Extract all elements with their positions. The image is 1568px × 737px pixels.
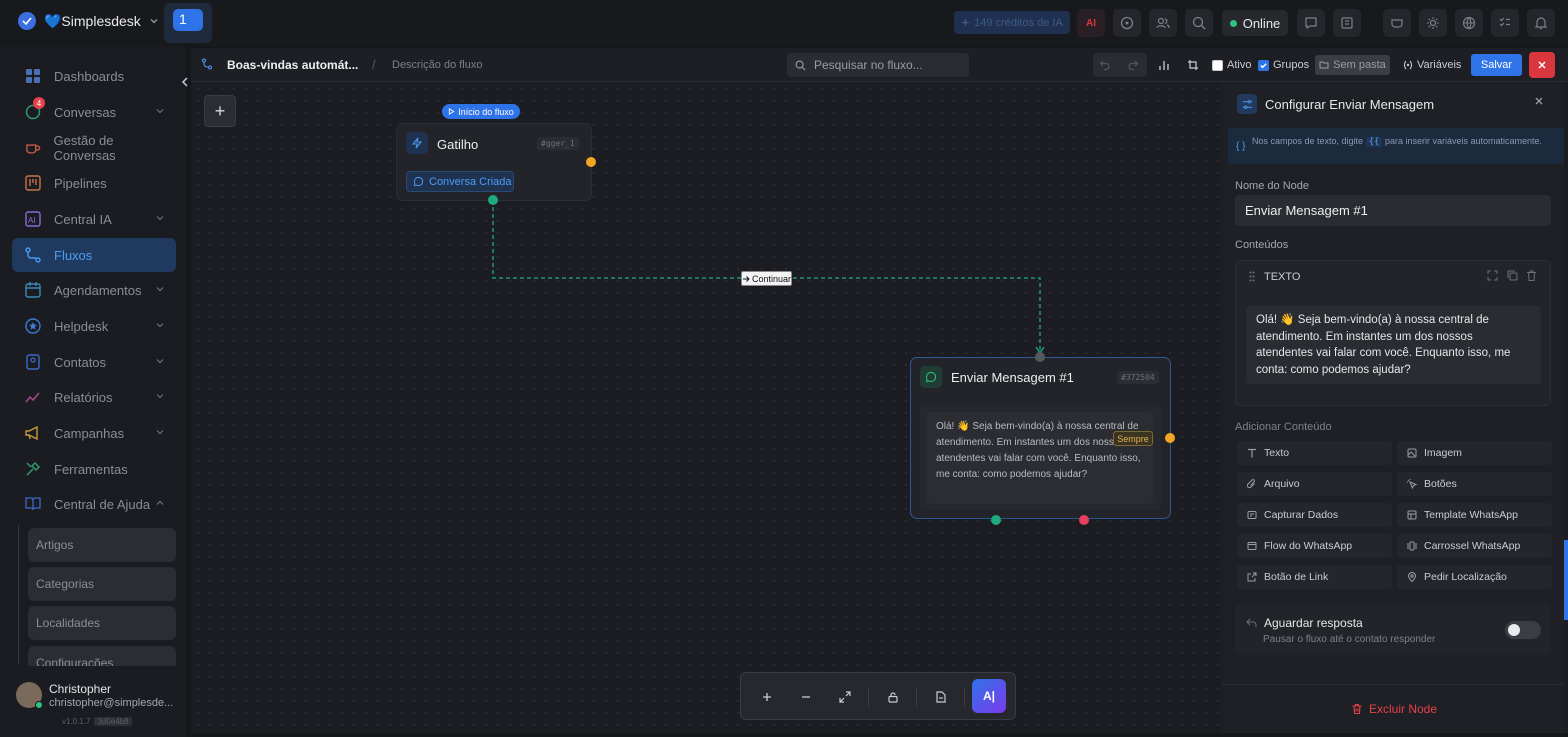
divider [964,687,965,707]
wait-response-description: Pausar o fluxo até o contato responder [1263,634,1436,645]
chat-bubble-icon [413,176,424,187]
lightning-icon [406,132,428,154]
add-button-label: Botão de Link [1264,571,1329,583]
message-icon [920,366,942,388]
carousel-icon [1407,541,1417,551]
add-button-label: Flow do WhatsApp [1264,540,1353,552]
add-content-label: Adicionar Conteúdo [1235,421,1332,433]
content-text-editor[interactable]: Olá! 👋 Seja bem-vindo(a) à nossa central… [1246,306,1541,384]
message-node-title: Enviar Mensagem #1 [951,370,1074,385]
message-preview: Olá! 👋 Seja bem-vindo(a) à nossa central… [926,412,1153,504]
trigger-event-tag[interactable]: Conversa Criada [406,171,514,192]
add-whatsapp-template-button[interactable]: Template WhatsApp [1397,503,1552,527]
add-button-label: Capturar Dados [1264,509,1339,521]
close-icon [1535,97,1543,105]
form-icon [1247,511,1257,519]
panel-scrollbar[interactable] [1564,540,1568,620]
trigger-node-id: #gger_1 [537,137,579,150]
expand-icon [839,691,851,703]
start-tag-text: Início do fluxo [458,106,514,117]
content-type-label: TEXTO [1264,271,1301,283]
minus-icon [802,696,810,698]
copy-icon[interactable] [1507,270,1518,281]
add-button-label: Arquivo [1264,478,1300,490]
zoom-out-button[interactable] [794,685,818,709]
flow-start-tag: Início do fluxo [442,104,520,119]
template-icon [1407,510,1417,520]
panel-header: Configurar Enviar Mensagem [1237,94,1434,114]
add-text-button[interactable]: Texto [1237,441,1392,465]
image-icon [1407,448,1417,458]
input-port[interactable] [1035,352,1045,362]
lock-button[interactable] [881,685,905,709]
file-icon [936,691,946,703]
node-name-label: Nome do Node [1235,180,1309,192]
delete-node-button[interactable]: Excluir Node [1351,702,1437,716]
add-button-label: Botões [1424,478,1457,490]
close-panel-button[interactable] [1534,96,1544,106]
braces-icon: { } [1236,141,1246,152]
zoom-in-button[interactable] [755,685,779,709]
arrow-right-icon [742,275,750,282]
fit-view-button[interactable] [833,685,857,709]
lock-icon [888,692,898,703]
add-button-label: Imagem [1424,447,1462,459]
output-port[interactable] [1165,433,1175,443]
text-icon [1248,448,1256,458]
node-name-input[interactable]: Enviar Mensagem #1 [1235,195,1551,226]
contents-label: Conteúdos [1235,239,1289,251]
trash-icon[interactable] [1526,270,1537,281]
divider [1221,684,1564,685]
window-icon [1247,542,1257,550]
sliders-icon [1237,94,1257,114]
error-port[interactable] [1079,515,1089,525]
paperclip-icon [1247,479,1255,489]
output-port[interactable] [586,157,596,167]
wait-response-title: Aguardar resposta [1264,616,1363,630]
export-button[interactable] [929,685,953,709]
ai-builder-button[interactable]: A| [972,679,1006,713]
add-whatsapp-flow-button[interactable]: Flow do WhatsApp [1237,534,1392,558]
external-link-icon [1247,572,1257,582]
always-badge[interactable]: Sempre [1113,431,1153,446]
add-buttons-button[interactable]: Botões [1397,472,1552,496]
edge-label[interactable]: Continuar [741,271,792,286]
variables-hint: { } Nos campos de texto, digite {{ para … [1228,128,1564,164]
add-link-button[interactable]: Botão de Link [1237,565,1392,589]
add-location-request-button[interactable]: Pedir Localização [1397,565,1552,589]
add-button-label: Pedir Localização [1424,571,1507,583]
reply-icon [1246,618,1257,627]
trigger-node-title: Gatilho [437,137,479,152]
trash-icon [1352,703,1362,715]
wait-response-toggle[interactable] [1505,621,1541,639]
add-file-button[interactable]: Arquivo [1237,472,1392,496]
pointer-icon [1407,479,1417,489]
wait-response-card [1235,605,1551,655]
hint-text-tail: para inserir variáveis automaticamente. [1384,136,1543,146]
message-node-id: #372504 [1117,371,1159,384]
add-button-label: Texto [1264,447,1290,459]
add-button-label: Carrossel WhatsApp [1424,540,1521,552]
panel-title: Configurar Enviar Mensagem [1265,96,1435,112]
toggle-knob [1508,624,1520,636]
add-button-label: Template WhatsApp [1424,509,1518,521]
add-whatsapp-carousel-button[interactable]: Carrossel WhatsApp [1397,534,1552,558]
play-icon [449,108,455,115]
divider [868,687,869,707]
output-port[interactable] [991,515,1001,525]
trigger-event-text: Conversa Criada [429,175,512,188]
divider [916,687,917,707]
edge-label-text: Continuar [751,273,791,284]
delete-node-label: Excluir Node [1369,702,1438,716]
add-image-button[interactable]: Imagem [1397,441,1552,465]
drag-handle-icon[interactable] [1249,271,1255,282]
maximize-icon[interactable] [1487,270,1498,281]
add-capture-data-button[interactable]: Capturar Dados [1237,503,1392,527]
hint-code: {{ [1365,137,1383,147]
hint-text: Nos campos de texto, digite [1252,136,1364,146]
output-port[interactable] [488,195,498,205]
map-pin-icon [1407,572,1417,582]
plus-icon [763,693,771,701]
